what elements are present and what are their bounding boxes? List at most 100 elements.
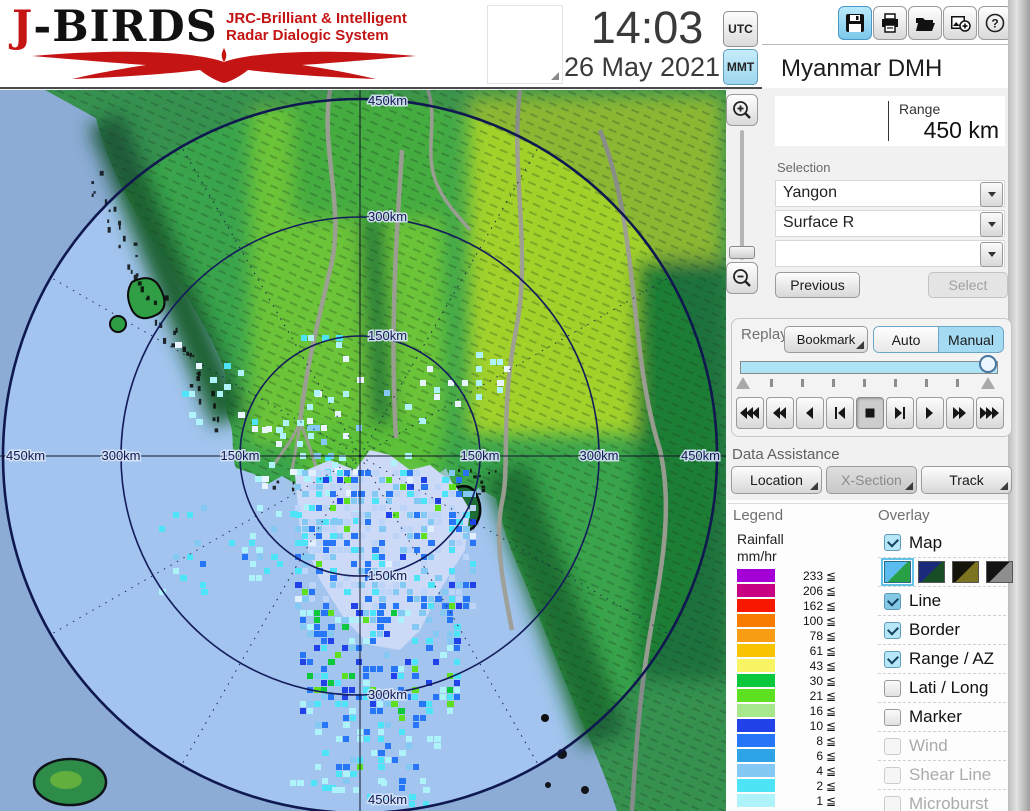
fast-forward-2-icon (950, 407, 970, 419)
help-button[interactable]: ? (978, 6, 1012, 40)
overlay-item-microburst[interactable]: Microburst (878, 789, 1006, 811)
site-dropdown-value: Yangon (783, 184, 837, 201)
save-button[interactable] (838, 6, 872, 40)
zoom-slider-track[interactable] (740, 130, 744, 260)
leq-symbol: ≦ (826, 778, 837, 793)
range-value: 450 km (923, 117, 999, 143)
checkbox-range-az[interactable] (884, 650, 901, 668)
legend-color-swatch (737, 764, 775, 777)
legend-value: 21 (809, 688, 823, 703)
utc-button[interactable]: UTC (723, 11, 758, 47)
option-dropdown[interactable] (775, 240, 1005, 267)
slider-end-marker-icon (981, 377, 995, 389)
site-dropdown-button[interactable] (980, 182, 1003, 207)
legend-color-swatch (737, 779, 775, 792)
site-dropdown[interactable]: Yangon (775, 180, 1005, 207)
checkbox-line[interactable] (884, 592, 901, 610)
range-divider (888, 101, 889, 141)
legend-value: 61 (809, 643, 823, 658)
radar-map[interactable]: 450km 300km 150km 150km 300km 450km 450km 300km… (0, 89, 728, 811)
checkbox-border[interactable] (884, 621, 901, 639)
replay-mode-group: Auto Manual (873, 326, 1004, 353)
location-button[interactable]: Location (731, 466, 822, 494)
print-button[interactable] (873, 6, 907, 40)
svg-text:300km: 300km (368, 209, 407, 224)
app-logo: J-BIRDS (12, 2, 218, 52)
manual-mode-button[interactable]: Manual (939, 327, 1003, 352)
select-button[interactable]: Select (928, 272, 1008, 298)
play-reverse-button[interactable] (796, 397, 824, 429)
save-icon (846, 14, 864, 32)
legend-row: 78 ≦ (737, 628, 836, 643)
overlay-item-lati-long[interactable]: Lati / Long (878, 673, 1006, 702)
overlay-item-border[interactable]: Border (878, 615, 1006, 644)
option-dropdown-button[interactable] (980, 242, 1003, 267)
legend-value: 2 (816, 778, 823, 793)
rewind-2-button[interactable] (766, 397, 794, 429)
checkbox-wind[interactable] (884, 737, 901, 755)
checkbox-shear-line[interactable] (884, 766, 901, 784)
header-divider (0, 87, 762, 89)
checkbox-lati-long[interactable] (884, 679, 901, 697)
step-back-button[interactable] (826, 397, 854, 429)
legend-value: 8 (816, 733, 823, 748)
replay-slider-track[interactable] (740, 361, 998, 374)
map-style-terrain-gray[interactable] (986, 561, 1013, 583)
overlay-item-marker[interactable]: Marker (878, 702, 1006, 731)
play-button[interactable] (916, 397, 944, 429)
x-section-button[interactable]: X-Section (826, 466, 917, 494)
legend-color-swatch (737, 749, 775, 762)
zoom-slider-handle[interactable] (729, 246, 755, 259)
play-reverse-icon (800, 407, 820, 419)
mmt-button[interactable]: MMT (723, 49, 758, 85)
legend-title: Legend (733, 507, 784, 524)
logo-initial: J (12, 2, 34, 52)
svg-text:450km: 450km (368, 792, 407, 807)
add-image-button[interactable] (943, 6, 977, 40)
svg-text:450km: 450km (681, 448, 720, 463)
legend-color-swatch (737, 794, 775, 807)
overlay-item-range-az[interactable]: Range / AZ (878, 644, 1006, 673)
checkbox-marker[interactable] (884, 708, 901, 726)
checkbox-map[interactable] (884, 534, 901, 551)
zoom-out-button[interactable] (726, 262, 758, 294)
fast-forward-2-button[interactable] (946, 397, 974, 429)
radar-map-canvas: 450km 300km 150km 150km 300km 450km 450km 300km… (0, 89, 728, 811)
open-folder-button[interactable] (908, 6, 942, 40)
replay-label: Replay (741, 326, 788, 343)
zoom-in-button[interactable] (726, 94, 758, 126)
step-forward-button[interactable] (886, 397, 914, 429)
overlay-item-line[interactable]: Line (878, 586, 1006, 615)
map-style-terrain-dark[interactable] (918, 561, 945, 583)
fast-forward-3-button[interactable] (976, 397, 1004, 429)
legend-row: 43 ≦ (737, 658, 836, 673)
stop-button[interactable] (856, 397, 884, 429)
previous-button[interactable]: Previous (775, 272, 860, 298)
product-dropdown[interactable]: Surface R (775, 210, 1005, 237)
clock-date: 26 May 2021 (563, 52, 721, 82)
legend-row: 21 ≦ (737, 688, 836, 703)
rewind-2-icon (770, 407, 790, 419)
checkbox-microburst[interactable] (884, 795, 901, 811)
legend-row: 4 ≦ (737, 763, 836, 778)
replay-slider-handle[interactable] (979, 355, 997, 373)
fast-rewind-3-button[interactable] (736, 397, 764, 429)
leq-symbol: ≦ (826, 763, 837, 778)
logo-rest: -BIRDS (33, 2, 218, 52)
track-button[interactable]: Track (921, 466, 1012, 494)
fast-forward-3-icon (980, 407, 1000, 419)
product-dropdown-button[interactable] (980, 212, 1003, 237)
overlay-item-wind[interactable]: Wind (878, 731, 1006, 760)
bookmark-button[interactable]: Bookmark (784, 326, 868, 353)
legend-row: 30 ≦ (737, 673, 836, 688)
overlay-item-shear-line[interactable]: Shear Line (878, 760, 1006, 789)
auto-mode-button[interactable]: Auto (874, 327, 939, 352)
site-name: Myanmar DMH (781, 55, 943, 82)
map-style-terrain-olive[interactable] (952, 561, 979, 583)
eagle-logo-icon (32, 48, 416, 83)
overlay-item-map[interactable]: Map (878, 528, 1006, 557)
legend-row: 1 ≦ (737, 793, 836, 808)
zoom-out-icon (733, 269, 751, 287)
map-style-terrain-day[interactable] (881, 558, 914, 586)
j-birds-window: J-BIRDS JRC-Brilliant & Intelligent Rada… (0, 0, 1030, 811)
